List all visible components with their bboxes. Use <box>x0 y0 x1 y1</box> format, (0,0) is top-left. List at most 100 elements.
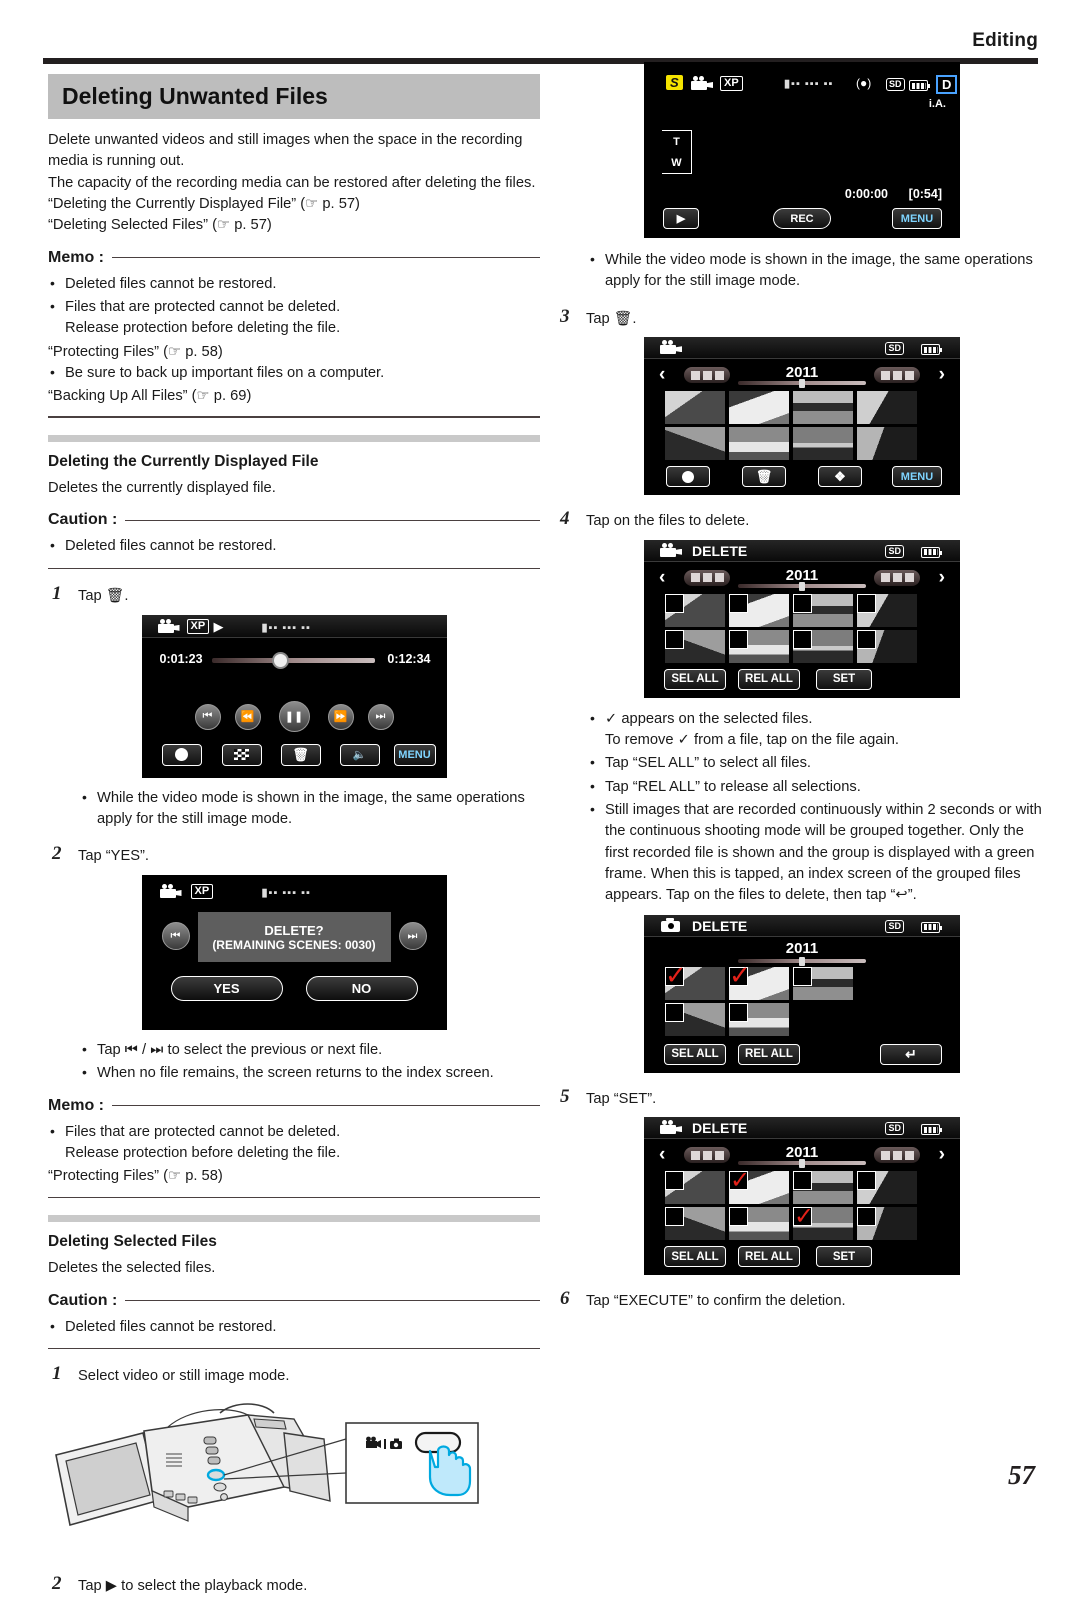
prev-page-arrow[interactable]: ‹ <box>659 1144 665 1166</box>
forward-icon[interactable]: ⏩ <box>327 703 354 730</box>
no-button[interactable]: NO <box>305 976 418 1002</box>
thumbnail[interactable] <box>729 427 789 461</box>
thumbnail[interactable] <box>665 1171 725 1205</box>
thumbnail[interactable]: ✓ <box>729 966 789 1000</box>
thumbnail[interactable] <box>793 593 853 627</box>
thumbnail[interactable] <box>665 391 725 425</box>
checkbox[interactable] <box>793 1171 812 1191</box>
next-page-arrow[interactable]: › <box>939 364 945 386</box>
prev-group-button[interactable] <box>684 569 730 586</box>
next-page-arrow[interactable]: › <box>939 1144 945 1166</box>
thumbnail[interactable] <box>665 629 725 663</box>
index-screen: SD ‹ › 2011 🗑 ❖ MENU <box>644 337 960 496</box>
quality-badge: XP <box>720 76 743 91</box>
thumbnail[interactable] <box>729 1207 789 1241</box>
checkbox[interactable] <box>857 593 876 613</box>
thumbnail[interactable] <box>665 1207 725 1241</box>
scroll-knob[interactable] <box>799 1159 805 1169</box>
prev-icon[interactable]: ⏮ <box>194 703 221 730</box>
checkbox[interactable] <box>729 593 748 613</box>
sel-all-button[interactable]: SEL ALL <box>664 668 726 690</box>
thumbnail[interactable] <box>729 629 789 663</box>
thumbnail[interactable] <box>857 427 917 461</box>
thumbnail[interactable]: ✓ <box>729 1171 789 1205</box>
thumbnail[interactable] <box>857 1207 917 1241</box>
next-icon[interactable]: ⏭ <box>367 703 394 730</box>
thumbnail[interactable] <box>793 966 853 1000</box>
thumbnail[interactable] <box>793 427 853 461</box>
menu-button[interactable]: MENU <box>892 208 942 229</box>
checkbox[interactable] <box>729 1002 748 1022</box>
delete-button[interactable]: 🗑 <box>280 743 321 766</box>
thumbnail[interactable] <box>729 593 789 627</box>
seek-bar[interactable] <box>211 657 375 663</box>
return-arrow-icon[interactable]: ↵ <box>880 1043 942 1065</box>
scroll-knob[interactable] <box>799 379 805 389</box>
thumbnail[interactable] <box>857 391 917 425</box>
thumbnail[interactable] <box>665 427 725 461</box>
next-page-arrow[interactable]: › <box>939 567 945 589</box>
prev-icon[interactable]: ⏮ <box>161 922 190 951</box>
checkbox[interactable] <box>857 1207 876 1227</box>
menu-button[interactable]: MENU <box>892 466 942 488</box>
delete-confirm-screen: XP ▮▪▪ ▪▪▪ ▪▪ ⏮ ⏭ DELETE? (REMAINING SCE… <box>141 875 447 1031</box>
zoom-indicator[interactable]: T W <box>662 130 692 174</box>
delete-button[interactable]: 🗑 <box>742 466 786 488</box>
thumbnail[interactable] <box>857 593 917 627</box>
seek-handle[interactable] <box>271 651 289 669</box>
checkbox[interactable] <box>665 593 684 613</box>
thumbnail[interactable] <box>793 391 853 425</box>
index-button[interactable] <box>221 743 262 766</box>
thumbnail[interactable]: ✓ <box>793 1207 853 1241</box>
prev-page-arrow[interactable]: ‹ <box>659 567 665 589</box>
thumbnail[interactable] <box>729 391 789 425</box>
yes-button[interactable]: YES <box>170 976 283 1002</box>
thumbnail[interactable] <box>793 1171 853 1205</box>
zoom-tele-label: T <box>673 135 680 148</box>
thumbnail[interactable] <box>729 1002 789 1036</box>
checkbox[interactable] <box>857 1171 876 1191</box>
next-group-button[interactable] <box>874 367 920 384</box>
menu-button[interactable]: MENU <box>393 743 436 766</box>
checkbox[interactable] <box>665 1171 684 1191</box>
media-button[interactable]: ❖ <box>818 466 862 488</box>
record-mode-button[interactable] <box>161 743 202 766</box>
rel-all-button[interactable]: REL ALL <box>738 1043 800 1065</box>
pause-icon[interactable]: ❚❚ <box>278 700 310 732</box>
record-mode-button[interactable] <box>666 466 710 488</box>
prev-group-button[interactable] <box>684 367 730 384</box>
checkbox[interactable] <box>857 629 876 649</box>
next-group-button[interactable] <box>874 569 920 586</box>
thumbnail[interactable] <box>665 593 725 627</box>
playback-mode-button[interactable]: ▶ <box>663 208 699 229</box>
checkbox[interactable] <box>665 1002 684 1022</box>
rewind-icon[interactable]: ⏪ <box>234 703 261 730</box>
prev-page-arrow[interactable]: ‹ <box>659 364 665 386</box>
checkbox[interactable] <box>729 629 748 649</box>
scroll-knob[interactable] <box>799 956 805 966</box>
date-display-badge: D <box>936 75 958 94</box>
sel-all-button[interactable]: SEL ALL <box>664 1043 726 1065</box>
set-button[interactable]: SET <box>816 1246 872 1268</box>
thumbnail[interactable]: ✓ <box>665 966 725 1000</box>
checkbox[interactable] <box>793 966 812 986</box>
sel-all-button[interactable]: SEL ALL <box>664 1246 726 1268</box>
thumbnail[interactable] <box>665 1002 725 1036</box>
next-icon[interactable]: ⏭ <box>398 922 427 951</box>
set-button[interactable]: SET <box>816 668 872 690</box>
rel-all-button[interactable]: REL ALL <box>738 668 800 690</box>
checkbox[interactable] <box>793 629 812 649</box>
thumbnail[interactable] <box>857 1171 917 1205</box>
checkbox[interactable] <box>793 593 812 613</box>
checkbox[interactable] <box>665 629 684 649</box>
next-group-button[interactable] <box>874 1147 920 1164</box>
rec-button[interactable]: REC <box>773 208 831 229</box>
thumbnail[interactable] <box>793 629 853 663</box>
prev-group-button[interactable] <box>684 1147 730 1164</box>
scroll-knob[interactable] <box>799 581 805 591</box>
thumbnail[interactable] <box>857 629 917 663</box>
volume-button[interactable]: 🔈 <box>339 743 380 766</box>
checkbox[interactable] <box>729 1207 748 1227</box>
checkbox[interactable] <box>665 1207 684 1227</box>
rel-all-button[interactable]: REL ALL <box>738 1246 800 1268</box>
